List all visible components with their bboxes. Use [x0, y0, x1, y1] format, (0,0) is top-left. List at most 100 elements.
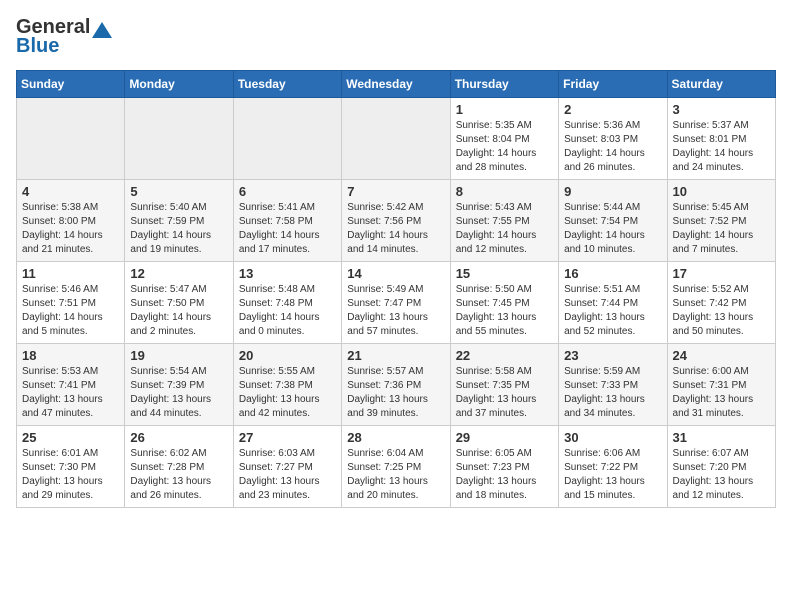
day-of-week-header: Saturday — [667, 71, 775, 98]
calendar-week-row: 18 Sunrise: 5:53 AM Sunset: 7:41 PM Dayli… — [17, 344, 776, 426]
day-number: 7 — [347, 184, 444, 199]
day-number: 16 — [564, 266, 661, 281]
page-header: General Blue — [16, 16, 776, 58]
day-info: Sunrise: 5:58 AM Sunset: 7:35 PM Dayligh… — [456, 365, 553, 421]
calendar-day-cell: 22Sunrise: 5:58 AM Sunset: 7:35 PM Dayli… — [450, 344, 558, 426]
day-info: Sunrise: 5:43 AM Sunset: 7:55 PM Dayligh… — [456, 201, 553, 257]
day-number: 25 — [22, 430, 119, 445]
day-info: Sunrise: 5:51 AM Sunset: 7:44 PM Dayligh… — [564, 283, 661, 339]
calendar-day-cell — [233, 98, 341, 180]
calendar-week-row: 11 Sunrise: 5:46 AM Sunset: 7:51 PM Dayli… — [17, 262, 776, 344]
day-number: 1 — [456, 102, 553, 117]
day-info: Sunrise: 6:07 AM Sunset: 7:20 PM Dayligh… — [673, 447, 770, 503]
calendar-day-cell: 9 Sunrise: 5:44 AM Sunset: 7:54 PM Daylig… — [559, 180, 667, 262]
day-number: 13 — [239, 266, 336, 281]
day-number: 9 — [564, 184, 661, 199]
day-number: 21 — [347, 348, 444, 363]
calendar-day-cell: 20Sunrise: 5:55 AM Sunset: 7:38 PM Dayli… — [233, 344, 341, 426]
calendar-week-row: 25 Sunrise: 6:01 AM Sunset: 7:30 PM Dayli… — [17, 426, 776, 508]
day-info: Sunrise: 6:00 AM Sunset: 7:31 PM Dayligh… — [673, 365, 770, 421]
day-number: 8 — [456, 184, 553, 199]
day-info: Sunrise: 5:42 AM Sunset: 7:56 PM Dayligh… — [347, 201, 444, 257]
day-of-week-header: Wednesday — [342, 71, 450, 98]
day-number: 11 — [22, 266, 119, 281]
day-info: Sunrise: 5:52 AM Sunset: 7:42 PM Dayligh… — [673, 283, 770, 339]
day-info: Sunrise: 5:45 AM Sunset: 7:52 PM Dayligh… — [673, 201, 770, 257]
day-info: Sunrise: 6:05 AM Sunset: 7:23 PM Dayligh… — [456, 447, 553, 503]
day-info: Sunrise: 6:02 AM Sunset: 7:28 PM Dayligh… — [130, 447, 227, 503]
day-info: Sunrise: 5:38 AM Sunset: 8:00 PM Dayligh… — [22, 201, 119, 257]
calendar-day-cell: 6 Sunrise: 5:41 AM Sunset: 7:58 PM Daylig… — [233, 180, 341, 262]
calendar-day-cell: 27Sunrise: 6:03 AM Sunset: 7:27 PM Dayli… — [233, 426, 341, 508]
calendar-day-cell — [17, 98, 125, 180]
calendar-day-cell: 24 Sunrise: 6:00 AM Sunset: 7:31 PM Dayli… — [667, 344, 775, 426]
calendar-day-cell: 19Sunrise: 5:54 AM Sunset: 7:39 PM Dayli… — [125, 344, 233, 426]
day-number: 14 — [347, 266, 444, 281]
calendar-day-cell: 25 Sunrise: 6:01 AM Sunset: 7:30 PM Dayli… — [17, 426, 125, 508]
day-number: 2 — [564, 102, 661, 117]
day-info: Sunrise: 6:06 AM Sunset: 7:22 PM Dayligh… — [564, 447, 661, 503]
day-info: Sunrise: 6:04 AM Sunset: 7:25 PM Dayligh… — [347, 447, 444, 503]
day-of-week-header: Thursday — [450, 71, 558, 98]
calendar-day-cell: 14 Sunrise: 5:49 AM Sunset: 7:47 PM Dayli… — [342, 262, 450, 344]
calendar-day-cell: 31Sunrise: 6:07 AM Sunset: 7:20 PM Dayli… — [667, 426, 775, 508]
calendar-week-row: 4 Sunrise: 5:38 AM Sunset: 8:00 PM Daylig… — [17, 180, 776, 262]
day-number: 23 — [564, 348, 661, 363]
day-number: 15 — [456, 266, 553, 281]
calendar-day-cell: 28Sunrise: 6:04 AM Sunset: 7:25 PM Dayli… — [342, 426, 450, 508]
calendar-week-row: 1 Sunrise: 5:35 AM Sunset: 8:04 PM Daylig… — [17, 98, 776, 180]
day-number: 30 — [564, 430, 661, 445]
calendar-day-cell: 23Sunrise: 5:59 AM Sunset: 7:33 PM Dayli… — [559, 344, 667, 426]
day-number: 12 — [130, 266, 227, 281]
day-number: 4 — [22, 184, 119, 199]
calendar-day-cell: 3Sunrise: 5:37 AM Sunset: 8:01 PM Daylig… — [667, 98, 775, 180]
calendar-day-cell: 18 Sunrise: 5:53 AM Sunset: 7:41 PM Dayli… — [17, 344, 125, 426]
logo: General Blue — [16, 16, 112, 58]
day-info: Sunrise: 5:50 AM Sunset: 7:45 PM Dayligh… — [456, 283, 553, 339]
calendar-day-cell: 2 Sunrise: 5:36 AM Sunset: 8:03 PM Daylig… — [559, 98, 667, 180]
day-number: 18 — [22, 348, 119, 363]
day-of-week-header: Monday — [125, 71, 233, 98]
day-of-week-header: Sunday — [17, 71, 125, 98]
calendar-day-cell: 4 Sunrise: 5:38 AM Sunset: 8:00 PM Daylig… — [17, 180, 125, 262]
day-number: 26 — [130, 430, 227, 445]
calendar-day-cell — [342, 98, 450, 180]
day-number: 19 — [130, 348, 227, 363]
day-info: Sunrise: 6:01 AM Sunset: 7:30 PM Dayligh… — [22, 447, 119, 503]
calendar-day-cell: 16 Sunrise: 5:51 AM Sunset: 7:44 PM Dayli… — [559, 262, 667, 344]
day-info: Sunrise: 5:46 AM Sunset: 7:51 PM Dayligh… — [22, 283, 119, 339]
day-number: 10 — [673, 184, 770, 199]
day-info: Sunrise: 5:53 AM Sunset: 7:41 PM Dayligh… — [22, 365, 119, 421]
day-info: Sunrise: 5:48 AM Sunset: 7:48 PM Dayligh… — [239, 283, 336, 339]
day-number: 6 — [239, 184, 336, 199]
calendar-day-cell: 13 Sunrise: 5:48 AM Sunset: 7:48 PM Dayli… — [233, 262, 341, 344]
calendar-day-cell: 5Sunrise: 5:40 AM Sunset: 7:59 PM Daylig… — [125, 180, 233, 262]
day-number: 29 — [456, 430, 553, 445]
day-number: 24 — [673, 348, 770, 363]
calendar-day-cell: 30 Sunrise: 6:06 AM Sunset: 7:22 PM Dayli… — [559, 426, 667, 508]
day-info: Sunrise: 5:49 AM Sunset: 7:47 PM Dayligh… — [347, 283, 444, 339]
calendar-day-cell: 21 Sunrise: 5:57 AM Sunset: 7:36 PM Dayli… — [342, 344, 450, 426]
calendar-day-cell: 8 Sunrise: 5:43 AM Sunset: 7:55 PM Daylig… — [450, 180, 558, 262]
day-number: 3 — [673, 102, 770, 117]
day-info: Sunrise: 5:44 AM Sunset: 7:54 PM Dayligh… — [564, 201, 661, 257]
calendar-day-cell: 29 Sunrise: 6:05 AM Sunset: 7:23 PM Dayli… — [450, 426, 558, 508]
day-info: Sunrise: 5:40 AM Sunset: 7:59 PM Dayligh… — [130, 201, 227, 257]
day-info: Sunrise: 5:41 AM Sunset: 7:58 PM Dayligh… — [239, 201, 336, 257]
calendar-day-cell: 11 Sunrise: 5:46 AM Sunset: 7:51 PM Dayli… — [17, 262, 125, 344]
day-info: Sunrise: 6:03 AM Sunset: 7:27 PM Dayligh… — [239, 447, 336, 503]
calendar-day-cell: 26 Sunrise: 6:02 AM Sunset: 7:28 PM Dayli… — [125, 426, 233, 508]
day-number: 20 — [239, 348, 336, 363]
day-info: Sunrise: 5:36 AM Sunset: 8:03 PM Dayligh… — [564, 119, 661, 175]
day-of-week-header: Tuesday — [233, 71, 341, 98]
calendar-day-cell: 10 Sunrise: 5:45 AM Sunset: 7:52 PM Dayli… — [667, 180, 775, 262]
day-info: Sunrise: 5:35 AM Sunset: 8:04 PM Dayligh… — [456, 119, 553, 175]
calendar-table: SundayMondayTuesdayWednesdayThursdayFrid… — [16, 70, 776, 508]
day-info: Sunrise: 5:57 AM Sunset: 7:36 PM Dayligh… — [347, 365, 444, 421]
calendar-day-cell: 12 Sunrise: 5:47 AM Sunset: 7:50 PM Dayli… — [125, 262, 233, 344]
day-of-week-header: Friday — [559, 71, 667, 98]
calendar-header-row: SundayMondayTuesdayWednesdayThursdayFrid… — [17, 71, 776, 98]
day-info: Sunrise: 5:47 AM Sunset: 7:50 PM Dayligh… — [130, 283, 227, 339]
calendar-day-cell — [125, 98, 233, 180]
calendar-day-cell: 17Sunrise: 5:52 AM Sunset: 7:42 PM Dayli… — [667, 262, 775, 344]
